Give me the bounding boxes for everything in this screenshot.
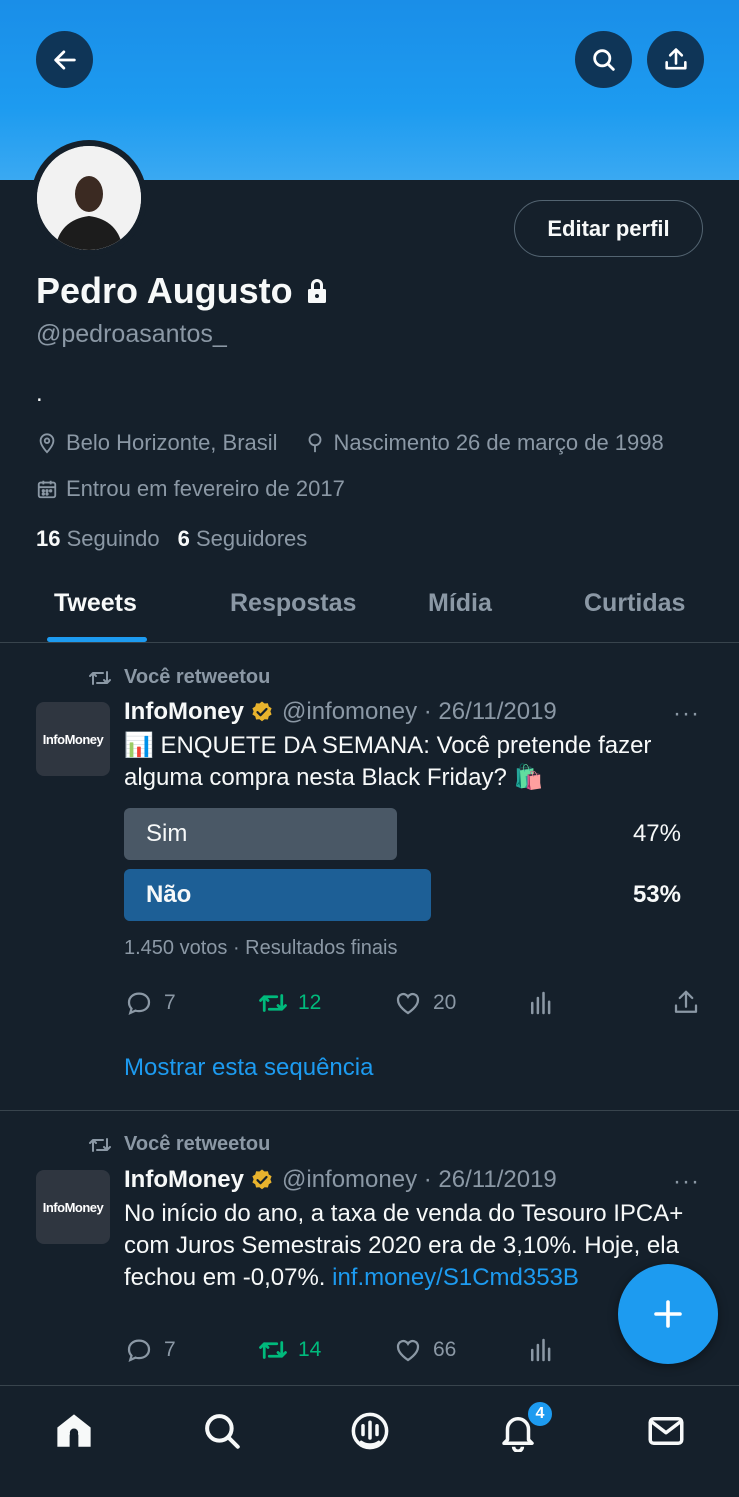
- lock-icon: [307, 279, 326, 303]
- arrow-left-icon: [53, 49, 76, 70]
- share-icon: [674, 990, 698, 1013]
- following-link[interactable]: 16 Seguindo: [36, 526, 160, 552]
- profile-name-text: Pedro Augusto: [36, 270, 293, 311]
- retweet-icon: [89, 670, 111, 685]
- share-icon: [664, 47, 687, 69]
- verified-badge-icon: [252, 701, 272, 722]
- reply-button[interactable]: 7: [124, 988, 176, 1018]
- share-tweet-button[interactable]: [671, 988, 701, 1018]
- analytics-icon: [531, 991, 551, 1015]
- profile-bio: .: [36, 380, 43, 407]
- retweet-context-text: Você retweetou: [124, 1133, 271, 1155]
- joined-text: Entrou em fevereiro de 2017: [66, 476, 345, 501]
- compose-tweet-button[interactable]: [618, 1264, 718, 1364]
- like-button[interactable]: 66: [393, 1335, 456, 1365]
- notifications-badge: 4: [526, 1400, 554, 1428]
- tweet-text: No início do ano, a taxa de venda do Tes…: [124, 1198, 689, 1294]
- tweet-header: InfoMoney @infomoney · 26/11/2019: [124, 698, 557, 726]
- tweet-item[interactable]: Você retweetou InfoMoney InfoMoney @info…: [0, 644, 739, 1110]
- tweet-author-avatar[interactable]: InfoMoney: [36, 702, 110, 776]
- home-icon[interactable]: [53, 1410, 95, 1452]
- tweet-author-avatar[interactable]: InfoMoney: [36, 1170, 110, 1244]
- poll-option-label: Sim: [146, 820, 188, 847]
- tweet-actions: 7 12 20: [0, 988, 739, 1028]
- retweet-context: Você retweetou: [88, 666, 270, 689]
- retweet-button[interactable]: 14: [258, 1335, 321, 1365]
- tab-replies[interactable]: Respostas: [230, 589, 356, 618]
- birthday-text: Nascimento 26 de março de 1998: [333, 430, 664, 455]
- tab-media[interactable]: Mídia: [428, 589, 492, 618]
- tweet-header: InfoMoney @infomoney · 26/11/2019: [124, 1166, 557, 1194]
- retweet-button[interactable]: 12: [258, 988, 321, 1018]
- tweet-link[interactable]: inf.money/S1Cmd353B: [332, 1264, 579, 1291]
- profile-name: Pedro Augusto: [36, 270, 329, 312]
- retweet-icon: [89, 1137, 111, 1152]
- tweet-meta: @infomoney · 26/11/2019: [282, 1166, 557, 1193]
- retweet-icon: [259, 994, 287, 1012]
- poll-option-percent: 47%: [632, 820, 681, 847]
- messages-envelope-icon[interactable]: [645, 1410, 687, 1452]
- poll-option-sim: Sim: [124, 808, 397, 860]
- tab-likes[interactable]: Curtidas: [584, 589, 685, 618]
- reply-icon: [127, 992, 151, 1016]
- retweet-icon: [259, 1341, 287, 1359]
- tab-tweets[interactable]: Tweets: [54, 589, 137, 618]
- reply-count: 7: [164, 1338, 176, 1361]
- like-button[interactable]: 20: [393, 988, 456, 1018]
- retweet-count: 12: [298, 991, 322, 1014]
- profile-location: Belo Horizonte, Brasil Nascimento 26 de …: [36, 430, 664, 456]
- birthday-pin-icon: [308, 433, 321, 453]
- profile-joined: Entrou em fevereiro de 2017: [36, 476, 345, 502]
- profile-tabs: Tweets Respostas Mídia Curtidas: [0, 575, 739, 643]
- location-pin-icon: [39, 433, 55, 454]
- analytics-button[interactable]: [526, 1335, 556, 1365]
- retweet-context: Você retweetou: [88, 1133, 270, 1156]
- reply-button[interactable]: 7: [124, 1335, 176, 1365]
- location-text: Belo Horizonte, Brasil: [66, 430, 278, 455]
- poll-option-nao: Não: [124, 869, 431, 921]
- show-thread-link[interactable]: Mostrar esta sequência: [124, 1054, 373, 1082]
- reply-icon: [127, 1339, 151, 1363]
- back-button[interactable]: [36, 31, 93, 88]
- profile-avatar-frame[interactable]: [31, 140, 147, 256]
- person-photo-icon: [37, 146, 141, 250]
- search-icon[interactable]: [201, 1410, 243, 1452]
- follow-stats: 16 Seguindo 6 Seguidores: [36, 526, 307, 552]
- analytics-icon: [531, 1338, 551, 1362]
- active-tab-indicator: [47, 637, 147, 642]
- following-label: Seguindo: [66, 526, 160, 551]
- more-options-icon[interactable]: ···: [673, 700, 700, 728]
- tweet-author-name[interactable]: InfoMoney: [124, 698, 244, 726]
- like-count: 66: [433, 1338, 457, 1361]
- tweet-text: 📊 ENQUETE DA SEMANA: Você pretende fazer…: [124, 732, 652, 791]
- like-count: 20: [433, 991, 457, 1014]
- heart-icon: [396, 992, 420, 1015]
- bottom-navigation: [0, 1385, 739, 1497]
- profile-handle: @pedroasantos_: [36, 320, 227, 348]
- retweet-context-text: Você retweetou: [124, 666, 271, 688]
- retweet-count: 14: [298, 1338, 322, 1361]
- verified-badge-icon: [252, 1169, 272, 1190]
- poll-option-percent: 53%: [632, 881, 681, 908]
- followers-count: 6: [177, 526, 190, 551]
- edit-profile-button[interactable]: Editar perfil: [514, 200, 703, 257]
- share-button[interactable]: [647, 31, 704, 88]
- following-count: 16: [36, 526, 61, 551]
- poll-footer: 1.450 votos · Resultados finais: [124, 937, 398, 959]
- poll-option-label: Não: [146, 881, 192, 908]
- avatar: [37, 146, 141, 250]
- spaces-icon[interactable]: [349, 1410, 391, 1452]
- search-icon: [592, 48, 615, 71]
- followers-label: Seguidores: [195, 526, 308, 551]
- tweet-meta: @infomoney · 26/11/2019: [282, 698, 557, 725]
- heart-icon: [396, 1339, 420, 1362]
- followers-link[interactable]: 6 Seguidores: [178, 526, 308, 552]
- analytics-button[interactable]: [526, 988, 556, 1018]
- plus-icon: [654, 1300, 682, 1328]
- tweet-author-name[interactable]: InfoMoney: [124, 1166, 244, 1194]
- search-button[interactable]: [575, 31, 632, 88]
- reply-count: 7: [164, 991, 176, 1014]
- more-options-icon[interactable]: ···: [673, 1168, 700, 1196]
- calendar-icon: [37, 480, 57, 499]
